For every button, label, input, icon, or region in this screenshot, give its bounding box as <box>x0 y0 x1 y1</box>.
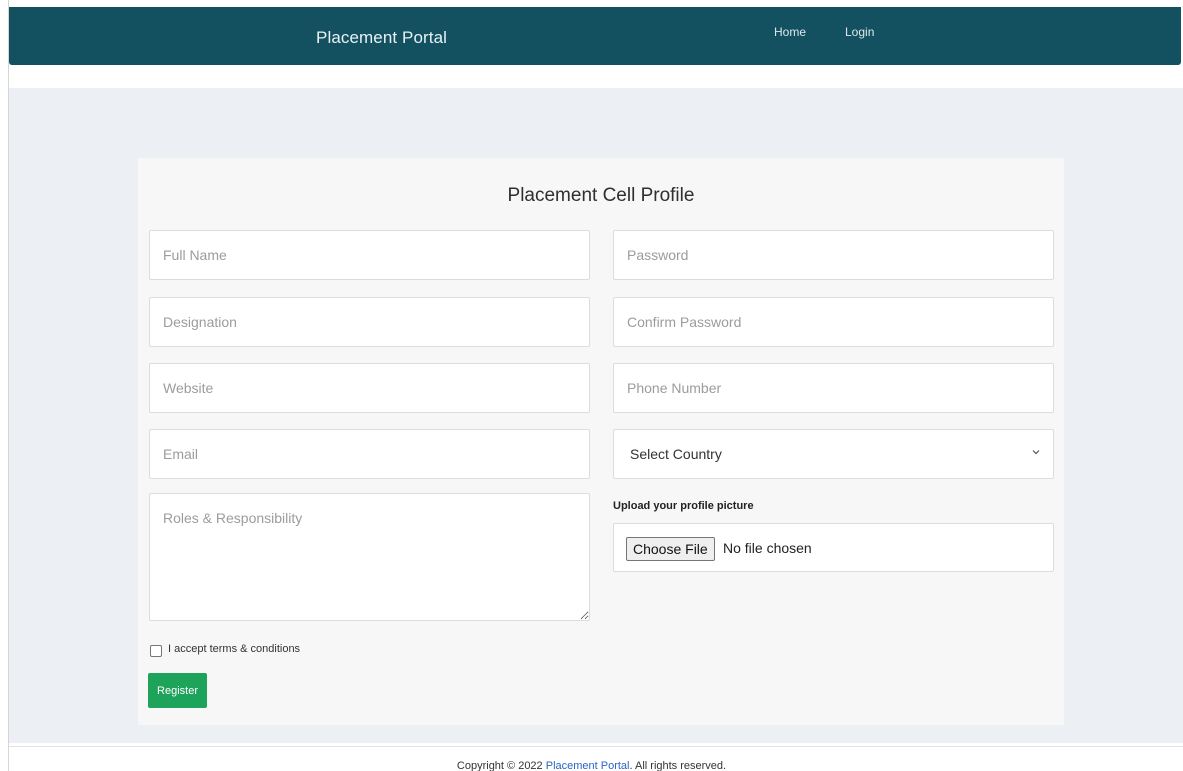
confirm-password-input[interactable] <box>613 297 1054 347</box>
footer-suffix: . All rights reserved. <box>629 760 727 771</box>
footer-divider <box>9 746 1183 747</box>
navbar: Placement Portal Home Login <box>9 7 1181 65</box>
nav-login-link[interactable]: Login <box>845 25 874 39</box>
register-button[interactable]: Register <box>148 673 207 708</box>
profile-picture-file-input[interactable]: Choose File No file chosen <box>613 523 1054 572</box>
website-input[interactable] <box>149 363 590 413</box>
email-input[interactable] <box>149 429 590 479</box>
roles-responsibility-textarea[interactable] <box>149 493 590 621</box>
upload-label: Upload your profile picture <box>613 500 754 512</box>
full-name-input[interactable] <box>149 230 590 280</box>
country-select-value: Select Country <box>630 446 722 462</box>
file-status-text: No file chosen <box>723 540 812 556</box>
form-title: Placement Cell Profile <box>507 185 695 206</box>
terms-label: I accept terms & conditions <box>168 643 301 655</box>
password-input[interactable] <box>613 230 1054 280</box>
footer-copyright: Copyright © 2022 Placement Portal. All r… <box>0 760 1183 771</box>
footer-prefix: Copyright © 2022 <box>456 760 546 771</box>
country-select[interactable]: Select Country <box>613 429 1054 479</box>
footer-brand-link[interactable]: Placement Portal <box>546 760 630 771</box>
chevron-down-icon <box>1032 450 1040 455</box>
brand-title[interactable]: Placement Portal <box>316 28 447 48</box>
page: Placement Portal Home Login Placement Ce… <box>0 0 1183 771</box>
nav-home-link[interactable]: Home <box>774 25 806 39</box>
designation-input[interactable] <box>149 297 590 347</box>
profile-form-card: Placement Cell Profile Select Country Up… <box>138 158 1064 725</box>
choose-file-button[interactable]: Choose File <box>626 537 715 561</box>
phone-number-input[interactable] <box>613 363 1054 413</box>
terms-checkbox[interactable] <box>150 645 162 657</box>
